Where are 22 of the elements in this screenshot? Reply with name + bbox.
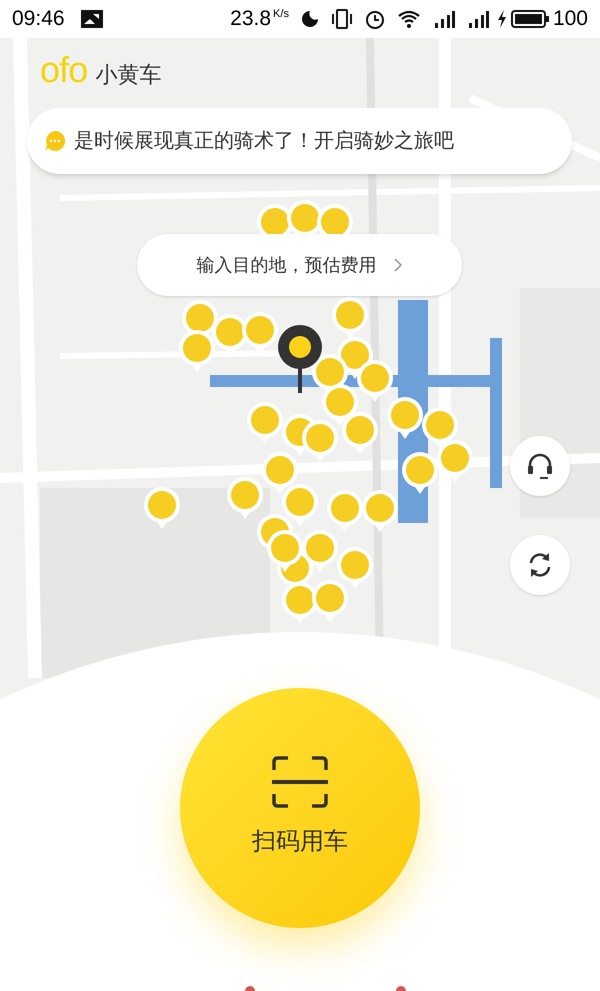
location-pin-icon (276, 323, 324, 395)
chevron-right-icon (392, 257, 402, 273)
chat-icon (44, 130, 66, 152)
charging-icon (496, 10, 507, 28)
app-title: 小黄车 (95, 60, 162, 88)
status-time: 09:46 (12, 6, 65, 32)
speed-unit: K/s (273, 7, 289, 22)
scan-icon (272, 756, 328, 808)
vibrate-icon (330, 9, 353, 29)
battery-level: 100 (552, 6, 588, 32)
wifi-icon (396, 10, 421, 28)
tip-text: 是时候展现真正的骑术了！开启骑妙之旅吧 (74, 129, 454, 154)
signal-icon (432, 9, 455, 29)
network-speed: 23.8 (230, 6, 272, 32)
alarm-icon (364, 9, 385, 29)
destination-prompt[interactable]: 输入目的地，预估费用 (137, 234, 462, 296)
signal-icon (466, 9, 489, 29)
moon-icon (300, 10, 319, 28)
image-icon (80, 10, 103, 28)
headset-icon (526, 452, 554, 480)
logo: ofo (40, 52, 88, 88)
battery-icon (510, 9, 549, 29)
